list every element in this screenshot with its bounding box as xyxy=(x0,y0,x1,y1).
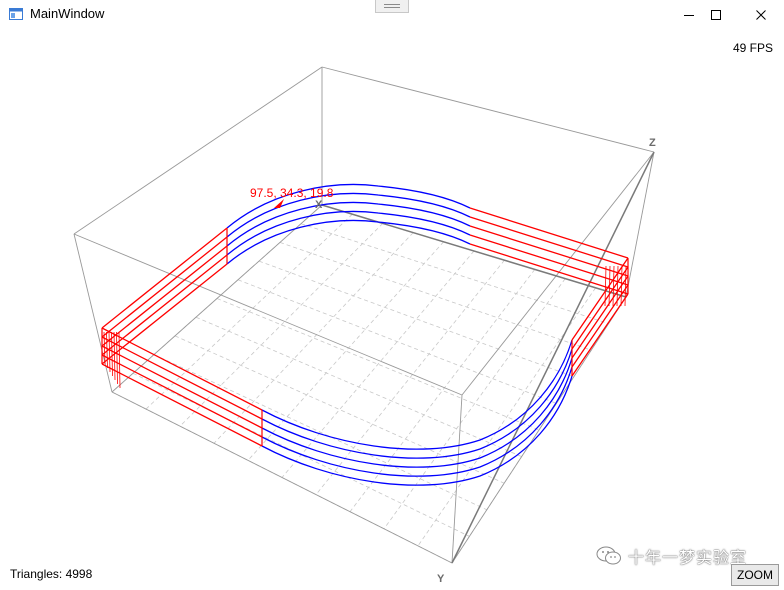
spline-curves xyxy=(101,183,629,486)
y-axis-label: Y xyxy=(437,573,445,585)
box-edge xyxy=(321,66,655,153)
grid-line xyxy=(383,278,566,530)
wechat-icon xyxy=(596,546,621,565)
face-stripe xyxy=(116,331,118,385)
curve-front-arc xyxy=(261,339,573,450)
close-icon xyxy=(756,10,766,20)
face-stripe xyxy=(620,265,623,307)
cursor-readout: 97.5, 34.3, 19.8 xyxy=(250,186,334,200)
box-edge xyxy=(111,391,453,564)
face-stripe xyxy=(608,265,611,307)
grid-line xyxy=(145,213,353,410)
straight-front xyxy=(101,336,263,420)
maximize-button[interactable] xyxy=(693,0,739,30)
box-edge xyxy=(111,204,323,393)
straight-front xyxy=(101,327,263,411)
grid-line xyxy=(281,250,475,478)
cursor-marker xyxy=(274,199,284,208)
box-edge xyxy=(73,66,323,235)
face-stripe xyxy=(108,331,111,373)
face-stripe xyxy=(612,265,615,307)
x-axis-label: X xyxy=(315,199,323,211)
box-edge xyxy=(461,151,655,396)
curve-back-arc xyxy=(226,210,471,256)
box-edge xyxy=(625,151,655,298)
triangle-count: Triangles: 4998 xyxy=(10,567,93,581)
fps-counter: 49 FPS xyxy=(732,41,773,55)
face-stripe xyxy=(106,331,108,369)
straight-right-side xyxy=(571,293,629,377)
grid-line xyxy=(237,279,557,404)
straight-left xyxy=(101,236,228,338)
window-icon xyxy=(9,8,23,20)
straight-left xyxy=(101,227,228,329)
box-edge xyxy=(73,233,113,393)
bounding-box xyxy=(73,66,655,564)
grid-line xyxy=(195,316,522,457)
straight-left xyxy=(101,245,228,347)
straight-front xyxy=(101,363,263,447)
grid-line xyxy=(153,354,487,511)
box-edge xyxy=(451,296,627,564)
straight-right-side xyxy=(571,284,629,368)
straight-right-side xyxy=(571,275,629,359)
straight-front xyxy=(101,345,263,429)
window-title: MainWindow xyxy=(30,6,105,21)
zoom-button[interactable]: ZOOM xyxy=(731,564,779,586)
z-axis-label: Z xyxy=(649,137,656,149)
box-edge xyxy=(451,394,463,564)
maximize-icon xyxy=(711,10,721,20)
close-button[interactable] xyxy=(738,0,784,30)
straight-left xyxy=(101,263,228,365)
face-stripe xyxy=(113,331,116,381)
drag-handle[interactable] xyxy=(375,0,409,13)
watermark: 十年一梦实验室 xyxy=(596,546,748,567)
z-axis-line xyxy=(451,151,655,564)
plot-3d-canvas[interactable]: X Z Y 97.5, 34.3, 19.8 xyxy=(0,30,784,590)
watermark-text: 十年一梦实验室 xyxy=(628,548,748,567)
straight-left xyxy=(101,254,228,356)
